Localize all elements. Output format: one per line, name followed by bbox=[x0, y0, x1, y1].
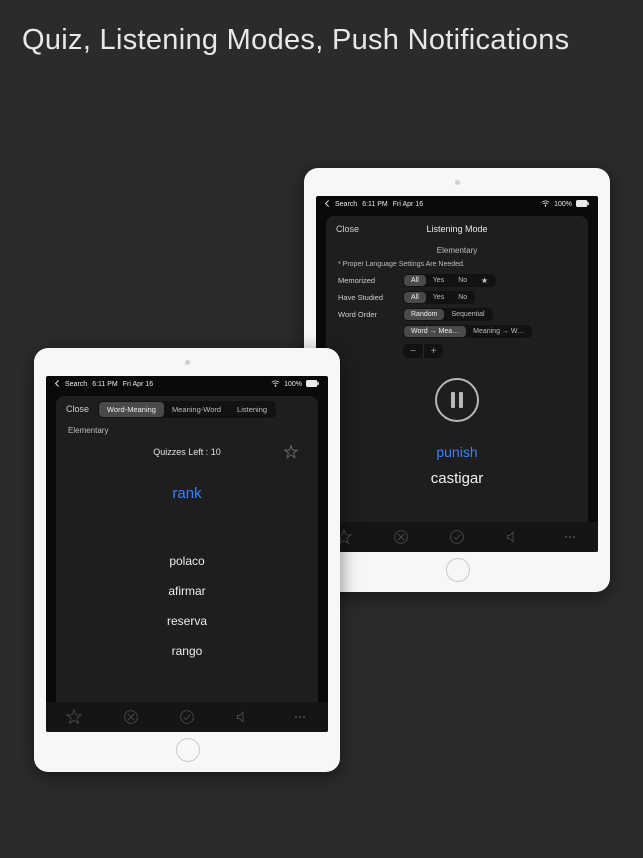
toolbar-speaker-icon[interactable] bbox=[505, 529, 521, 545]
toolbar-more-icon[interactable] bbox=[562, 529, 578, 545]
status-bar: Search 6:11 PM Fri Apr 16 100% bbox=[46, 376, 328, 391]
toolbar-star-icon[interactable] bbox=[66, 709, 82, 725]
headline: Quiz, Listening Modes, Push Notification… bbox=[0, 0, 643, 57]
status-time: 6:11 PM bbox=[362, 201, 388, 208]
quiz-option[interactable]: polaco bbox=[169, 554, 204, 568]
toolbar-cancel-icon[interactable] bbox=[123, 709, 139, 725]
status-date: Fri Apr 16 bbox=[123, 381, 153, 388]
studied-segment[interactable]: All Yes No bbox=[403, 291, 475, 304]
bottom-toolbar bbox=[316, 522, 598, 552]
ipad-device-left: Search 6:11 PM Fri Apr 16 100% Close Wo bbox=[34, 348, 340, 772]
pause-bar-icon bbox=[451, 392, 455, 408]
back-chevron-icon[interactable] bbox=[324, 200, 330, 209]
status-back-label[interactable]: Search bbox=[335, 201, 357, 208]
quiz-word: rank bbox=[56, 485, 318, 502]
status-battery-pct: 100% bbox=[554, 201, 572, 208]
back-chevron-icon[interactable] bbox=[54, 380, 60, 389]
favorite-star-icon[interactable] bbox=[284, 445, 298, 461]
speed-stepper[interactable]: − + bbox=[403, 344, 443, 358]
battery-icon bbox=[306, 380, 320, 389]
screen-right: Search 6:11 PM Fri Apr 16 100% Close Lis… bbox=[316, 196, 598, 552]
status-time: 6:11 PM bbox=[92, 381, 118, 388]
tab-word-meaning[interactable]: Word-Meaning bbox=[99, 402, 164, 417]
quizzes-left-label: Quizzes Left : 10 bbox=[153, 447, 221, 457]
status-bar: Search 6:11 PM Fri Apr 16 100% bbox=[316, 196, 598, 211]
level-label: Elementary bbox=[56, 420, 318, 437]
close-button[interactable]: Close bbox=[336, 224, 359, 234]
quiz-modal: Close Word-Meaning Meaning-Word Listenin… bbox=[56, 396, 318, 732]
toolbar-check-icon[interactable] bbox=[449, 529, 465, 545]
tab-meaning-word[interactable]: Meaning-Word bbox=[164, 402, 229, 417]
mode-opt-wm[interactable]: Word → Mea… bbox=[404, 326, 466, 337]
listening-word: punish bbox=[326, 444, 588, 460]
pause-bar-icon bbox=[459, 392, 463, 408]
toolbar-cancel-icon[interactable] bbox=[393, 529, 409, 545]
quiz-options: polaco afirmar reserva rango bbox=[56, 554, 318, 658]
memorized-opt-star[interactable] bbox=[474, 275, 495, 286]
level-label: Elementary bbox=[326, 240, 588, 257]
order-opt-sequential[interactable]: Sequential bbox=[444, 309, 491, 320]
quiz-option[interactable]: rango bbox=[172, 644, 203, 658]
minus-icon[interactable]: − bbox=[403, 344, 423, 358]
close-button[interactable]: Close bbox=[66, 404, 89, 414]
memorized-segment[interactable]: All Yes No bbox=[403, 274, 496, 287]
wifi-icon bbox=[271, 380, 280, 389]
screen-left: Search 6:11 PM Fri Apr 16 100% Close Wo bbox=[46, 376, 328, 732]
order-label: Word Order bbox=[338, 310, 393, 319]
settings-note: * Proper Language Settings Are Needed. bbox=[326, 257, 588, 272]
ipad-device-right: Search 6:11 PM Fri Apr 16 100% Close Lis… bbox=[304, 168, 610, 592]
status-battery-pct: 100% bbox=[284, 381, 302, 388]
memorized-opt-all[interactable]: All bbox=[404, 275, 426, 286]
pause-button[interactable] bbox=[435, 378, 479, 422]
toolbar-more-icon[interactable] bbox=[292, 709, 308, 725]
order-opt-random[interactable]: Random bbox=[404, 309, 444, 320]
mode-opt-mw[interactable]: Meaning → W… bbox=[466, 326, 531, 337]
plus-icon[interactable]: + bbox=[423, 344, 443, 358]
quiz-option[interactable]: reserva bbox=[167, 614, 207, 628]
status-date: Fri Apr 16 bbox=[393, 201, 423, 208]
studied-opt-no[interactable]: No bbox=[451, 292, 474, 303]
toolbar-speaker-icon[interactable] bbox=[235, 709, 251, 725]
memorized-label: Memorized bbox=[338, 276, 393, 285]
quiz-mode-segment[interactable]: Word-Meaning Meaning-Word Listening bbox=[98, 401, 276, 418]
quiz-option[interactable]: afirmar bbox=[168, 584, 205, 598]
listening-meaning: castigar bbox=[326, 470, 588, 487]
status-back-label[interactable]: Search bbox=[65, 381, 87, 388]
studied-label: Have Studied bbox=[338, 293, 393, 302]
bottom-toolbar bbox=[46, 702, 328, 732]
wifi-icon bbox=[541, 200, 550, 209]
toolbar-check-icon[interactable] bbox=[179, 709, 195, 725]
studied-opt-all[interactable]: All bbox=[404, 292, 426, 303]
listening-modal: Close Listening Mode Elementary * Proper… bbox=[326, 216, 588, 552]
memorized-opt-no[interactable]: No bbox=[451, 275, 474, 286]
tab-listening[interactable]: Listening bbox=[229, 402, 275, 417]
order-segment[interactable]: Random Sequential bbox=[403, 308, 493, 321]
modal-title: Listening Mode bbox=[326, 224, 588, 234]
battery-icon bbox=[576, 200, 590, 209]
mode-segment[interactable]: Word → Mea… Meaning → W… bbox=[403, 325, 532, 338]
memorized-opt-yes[interactable]: Yes bbox=[426, 275, 451, 286]
studied-opt-yes[interactable]: Yes bbox=[426, 292, 451, 303]
